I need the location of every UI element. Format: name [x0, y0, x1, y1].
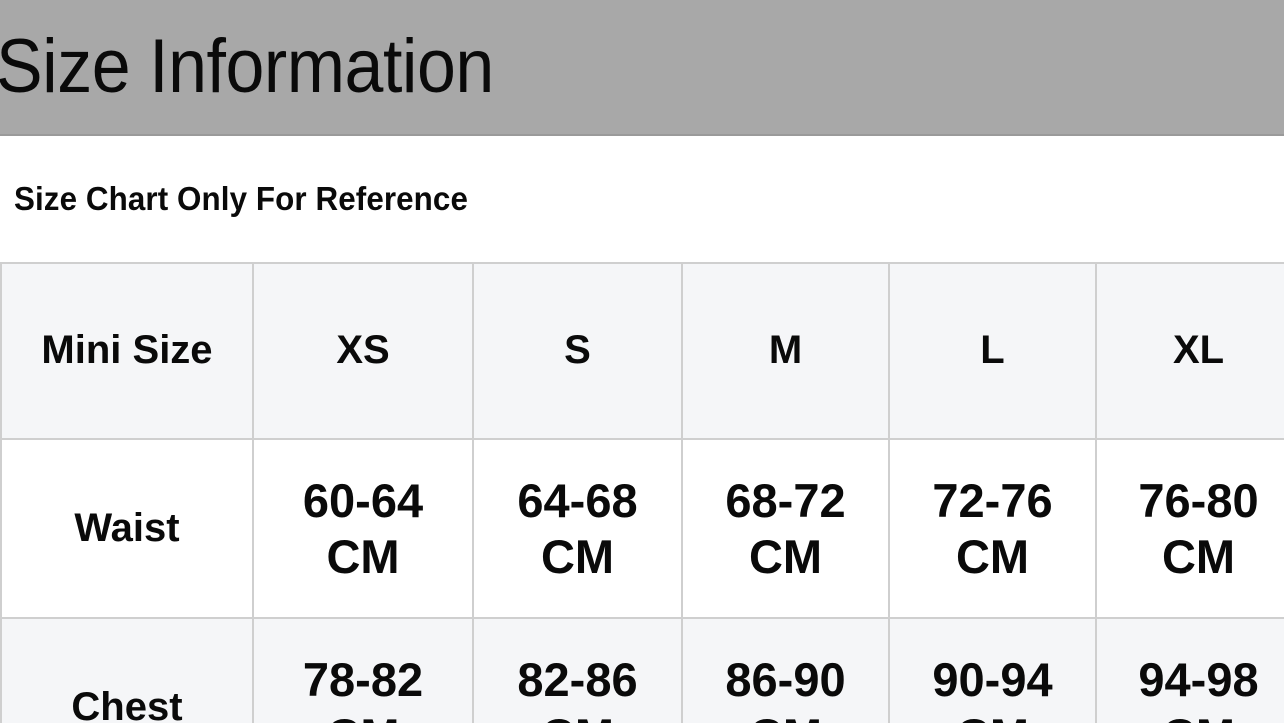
header-label-s: S: [564, 328, 591, 373]
cell-chest-l: 90-94 CM: [888, 618, 1097, 723]
table-header-cell-s: S: [472, 263, 683, 440]
cell-value-waist-xs: 60-64 CM: [302, 474, 424, 583]
cell-value-chest-xs: 78-82 CM: [302, 653, 424, 723]
size-chart-disclaimer: Size Chart Only For Reference: [14, 180, 468, 217]
row-label-waist: Waist: [0, 439, 254, 619]
cell-chest-m: 86-90 CM: [681, 618, 890, 723]
size-information-page: Size Information Size Chart Only For Ref…: [0, 0, 1284, 723]
size-table: Mini Size XS S M L XL Waist 60-64 CM 64-…: [0, 262, 1284, 723]
cell-value-waist-xl: 76-80 CM: [1138, 474, 1259, 583]
cell-waist-m: 68-72 CM: [681, 439, 890, 619]
cell-value-waist-l: 72-76 CM: [932, 474, 1053, 583]
row-label-chest: Chest: [0, 618, 254, 723]
page-header-bar: Size Information: [0, 0, 1284, 136]
cell-value-chest-s: 82-86 CM: [517, 653, 638, 723]
row-label-text-waist: Waist: [74, 505, 180, 550]
cell-waist-l: 72-76 CM: [888, 439, 1097, 619]
cell-waist-xs: 60-64 CM: [252, 439, 474, 619]
table-header-cell-mini-size: Mini Size: [0, 263, 254, 440]
cell-value-chest-m: 86-90 CM: [725, 653, 846, 723]
cell-value-waist-m: 68-72 CM: [725, 474, 846, 583]
cell-waist-s: 64-68 CM: [472, 439, 683, 619]
cell-value-chest-l: 90-94 CM: [932, 653, 1053, 723]
header-label-xs: XS: [336, 328, 390, 373]
header-label-mini-size: Mini Size: [41, 328, 213, 373]
cell-waist-xl: 76-80 CM: [1095, 439, 1284, 619]
size-table-container: Mini Size XS S M L XL Waist 60-64 CM 64-…: [0, 262, 1284, 723]
cell-chest-xl: 94-98 CM: [1095, 618, 1284, 723]
table-header-row: Mini Size XS S M L XL: [0, 263, 1284, 440]
header-label-l: L: [980, 328, 1005, 373]
page-title: Size Information: [0, 24, 494, 109]
subtitle-section: Size Chart Only For Reference: [0, 136, 1284, 262]
header-label-xl: XL: [1172, 328, 1225, 373]
cell-value-waist-s: 64-68 CM: [517, 474, 638, 583]
cell-chest-xs: 78-82 CM: [252, 618, 474, 723]
table-row: Waist 60-64 CM 64-68 CM 68-72 CM 72-76 C…: [0, 439, 1284, 619]
cell-chest-s: 82-86 CM: [472, 618, 683, 723]
table-header-cell-xs: XS: [252, 263, 474, 440]
table-header-cell-l: L: [888, 263, 1097, 440]
header-label-m: M: [768, 328, 803, 373]
row-label-text-chest: Chest: [71, 684, 183, 723]
table-header-cell-xl: XL: [1095, 263, 1284, 440]
cell-value-chest-xl: 94-98 CM: [1138, 653, 1259, 723]
table-header-cell-m: M: [681, 263, 890, 440]
table-row: Chest 78-82 CM 82-86 CM 86-90 CM 90-94 C…: [0, 618, 1284, 723]
